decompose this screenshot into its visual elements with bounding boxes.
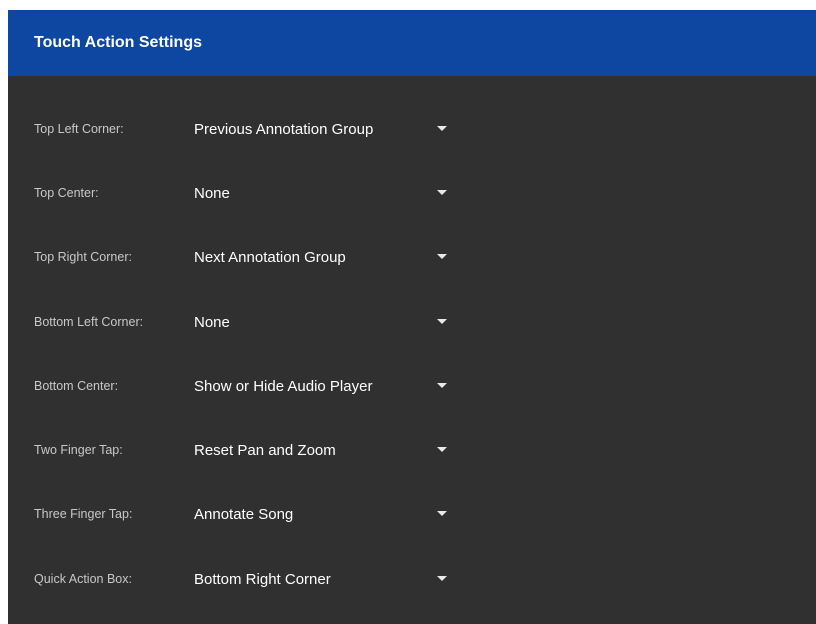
caret-down-icon (437, 319, 447, 324)
bottom-center-dropdown[interactable]: Show or Hide Audio Player (194, 369, 454, 403)
dropdown-value: Previous Annotation Group (194, 120, 374, 138)
setting-label: Quick Action Box: (34, 572, 132, 586)
setting-row-quick-action-box: Quick Action Box: Bottom Right Corner (8, 559, 816, 599)
bottom-left-corner-dropdown[interactable]: None (194, 305, 454, 339)
top-center-dropdown[interactable]: None (194, 176, 454, 210)
top-right-corner-dropdown[interactable]: Next Annotation Group (194, 240, 454, 274)
setting-row-two-finger-tap: Two Finger Tap: Reset Pan and Zoom (8, 430, 816, 470)
caret-down-icon (437, 511, 447, 516)
caret-down-icon (437, 447, 447, 452)
dialog-title: Touch Action Settings (34, 34, 202, 51)
quick-action-box-dropdown[interactable]: Bottom Right Corner (194, 562, 454, 596)
caret-down-icon (437, 576, 447, 581)
setting-label: Two Finger Tap: (34, 443, 123, 457)
setting-label: Three Finger Tap: (34, 507, 133, 521)
caret-down-icon (437, 190, 447, 195)
caret-down-icon (437, 383, 447, 388)
two-finger-tap-dropdown[interactable]: Reset Pan and Zoom (194, 433, 454, 467)
dropdown-value: Next Annotation Group (194, 248, 346, 266)
setting-row-top-left-corner: Top Left Corner: Previous Annotation Gro… (8, 109, 816, 149)
setting-row-bottom-left-corner: Bottom Left Corner: None (8, 302, 816, 342)
dialog-header: Touch Action Settings (8, 10, 816, 76)
dropdown-value: Bottom Right Corner (194, 570, 331, 588)
setting-row-top-right-corner: Top Right Corner: Next Annotation Group (8, 237, 816, 277)
setting-label: Top Right Corner: (34, 250, 132, 264)
dropdown-value: None (194, 184, 230, 202)
setting-label: Bottom Center: (34, 379, 119, 393)
setting-label: Bottom Left Corner: (34, 315, 144, 329)
caret-down-icon (437, 126, 447, 131)
top-left-corner-dropdown[interactable]: Previous Annotation Group (194, 112, 454, 146)
dropdown-value: None (194, 313, 230, 331)
setting-label: Top Left Corner: (34, 122, 124, 136)
caret-down-icon (437, 254, 447, 259)
setting-row-three-finger-tap: Three Finger Tap: Annotate Song (8, 494, 816, 534)
dropdown-value: Annotate Song (194, 505, 294, 523)
setting-row-top-center: Top Center: None (8, 173, 816, 213)
dropdown-value: Reset Pan and Zoom (194, 441, 336, 459)
setting-row-bottom-center: Bottom Center: Show or Hide Audio Player (8, 366, 816, 406)
touch-action-settings-dialog: Touch Action Settings Top Left Corner: P… (8, 10, 816, 624)
setting-label: Top Center: (34, 186, 99, 200)
three-finger-tap-dropdown[interactable]: Annotate Song (194, 497, 454, 531)
dropdown-value: Show or Hide Audio Player (194, 377, 373, 395)
